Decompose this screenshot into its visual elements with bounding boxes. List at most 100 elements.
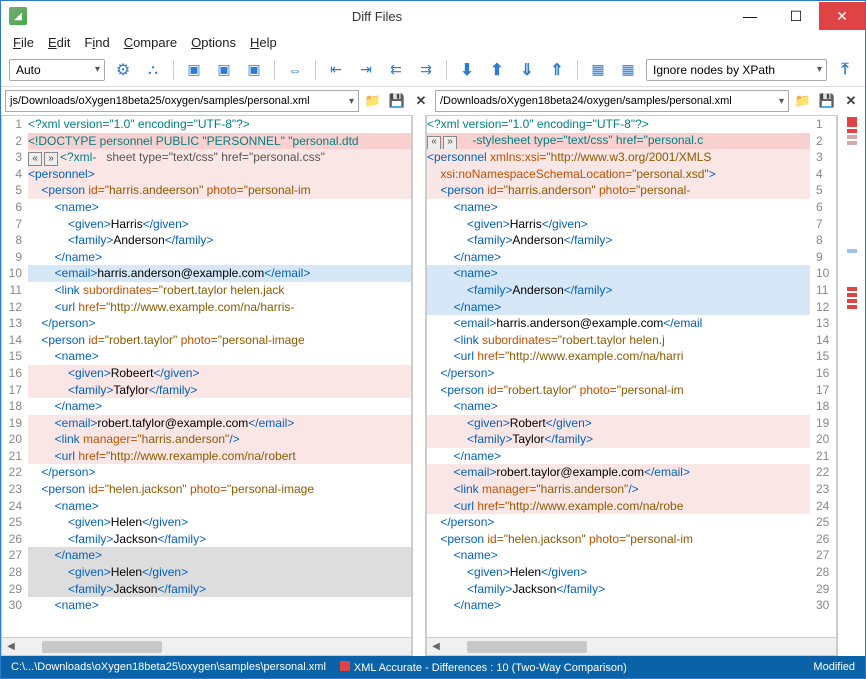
xpath-combo[interactable]: Ignore nodes by XPath [646, 59, 827, 81]
overview-ruler[interactable] [837, 115, 865, 656]
code-line[interactable]: 26 <family>Jackson</family> [2, 531, 411, 548]
code-line[interactable]: 3<personnel xmlns:xsi="http://www.w3.org… [427, 149, 836, 166]
code-line[interactable]: 23 <link manager="harris.anderson"/> [427, 481, 836, 498]
code-line[interactable]: 19 <email>robert.tafylor@example.com</em… [2, 415, 411, 432]
next-change-button[interactable]: ⇓ [515, 58, 539, 82]
code-line[interactable]: 21 <url href="http://www.rexample.com/na… [2, 448, 411, 465]
code-line[interactable]: 30 <name> [2, 597, 411, 614]
code-line[interactable]: 9 </name> [427, 249, 836, 266]
code-line[interactable]: 6 <name> [427, 199, 836, 216]
overview-mark[interactable] [847, 305, 857, 309]
code-line[interactable]: 24 <url href="http://www.example.com/na/… [427, 498, 836, 515]
code-line[interactable]: 4<personnel> [2, 166, 411, 183]
left-editor[interactable]: 1<?xml version="1.0" encoding="UTF-8"?>2… [2, 116, 411, 637]
code-line[interactable]: 20 <link manager="harris.anderson"/> [2, 431, 411, 448]
maximize-button[interactable]: ☐ [773, 2, 819, 30]
merge-left-icon[interactable]: ⇤ [324, 58, 348, 82]
code-line[interactable]: 7 <given>Harris</given> [427, 216, 836, 233]
code-line[interactable]: 25 </person> [427, 514, 836, 531]
code-line[interactable]: 11 <link subordinates="robert.taylor hel… [2, 282, 411, 299]
code-line[interactable]: 22 <email>robert.taylor@example.com</ema… [427, 464, 836, 481]
fold-icon[interactable]: « [427, 136, 441, 150]
code-line[interactable]: 28 <given>Helen</given> [427, 564, 836, 581]
code-line[interactable]: 27 </name> [2, 547, 411, 564]
fold-icon[interactable]: » [44, 152, 58, 166]
code-line[interactable]: 10 <email>harris.anderson@example.com</e… [2, 265, 411, 282]
code-line[interactable]: 1<?xml version="1.0" encoding="UTF-8"?> [427, 116, 836, 133]
code-line[interactable]: 22 </person> [2, 464, 411, 481]
right-close-icon[interactable]: ✕ [841, 91, 861, 111]
left-open-folder-icon[interactable]: 📁 [363, 91, 383, 111]
code-line[interactable]: 29 <family>Jackson</family> [427, 581, 836, 598]
algorithm-combo[interactable]: Auto [9, 59, 105, 81]
next-diff-button[interactable]: ⬇ [455, 58, 479, 82]
close-button[interactable]: ✕ [819, 2, 865, 30]
diff-action-3-icon[interactable]: ▣ [242, 58, 266, 82]
code-line[interactable]: 16 </person> [427, 365, 836, 382]
diff-action-1-icon[interactable]: ▣ [182, 58, 206, 82]
code-line[interactable]: 18 </name> [2, 398, 411, 415]
merge-all-left-icon[interactable]: ⇇ [384, 58, 408, 82]
code-line[interactable]: 18 <name> [427, 398, 836, 415]
menu-edit[interactable]: Edit [48, 35, 70, 50]
code-line[interactable]: 2<!DOCTYPE personnel PUBLIC "PERSONNEL" … [2, 133, 411, 150]
last-diff-icon[interactable]: ▦ [616, 58, 640, 82]
code-line[interactable]: 25 <given>Helen</given> [2, 514, 411, 531]
code-line[interactable]: 13 </person> [2, 315, 411, 332]
prev-change-button[interactable]: ⇑ [545, 58, 569, 82]
overview-mark[interactable] [847, 255, 857, 285]
code-line[interactable]: 21 </name> [427, 448, 836, 465]
fold-icon[interactable]: « [28, 152, 42, 166]
menu-file[interactable]: File [13, 35, 34, 50]
overview-mark[interactable] [847, 249, 857, 253]
code-line[interactable]: 12 </name> [427, 299, 836, 316]
code-line[interactable]: 17 <person id="robert.taylor" photo="per… [427, 382, 836, 399]
left-hscrollbar[interactable]: ◀ [2, 637, 411, 655]
overview-mark[interactable] [847, 299, 857, 303]
code-line[interactable]: 27 <name> [427, 547, 836, 564]
code-line[interactable]: 9 </name> [2, 249, 411, 266]
menu-help[interactable]: Help [250, 35, 277, 50]
code-line[interactable]: 30 </name> [427, 597, 836, 614]
code-line[interactable]: 8 <family>Anderson</family> [427, 232, 836, 249]
code-line[interactable]: 1<?xml version="1.0" encoding="UTF-8"?> [2, 116, 411, 133]
code-line[interactable]: 2«» -stylesheet type="text/css" href="pe… [427, 133, 836, 150]
overview-mark[interactable] [847, 129, 857, 133]
code-line[interactable]: 26 <person id="helen.jackson" photo="per… [427, 531, 836, 548]
code-line[interactable]: 15 <url href="http://www.example.com/na/… [427, 348, 836, 365]
overview-mark[interactable] [847, 287, 857, 291]
code-line[interactable]: 5 <person id="harris.anderson" photo="pe… [427, 182, 836, 199]
right-hscrollbar[interactable]: ◀ [427, 637, 836, 655]
overview-mark[interactable] [847, 147, 857, 247]
code-line[interactable]: 29 <family>Jackson</family> [2, 581, 411, 598]
code-line[interactable]: 3«»<?xml- sheet type="text/css" href="pe… [2, 149, 411, 166]
merge-all-right-icon[interactable]: ⇉ [414, 58, 438, 82]
code-line[interactable]: 6 <name> [2, 199, 411, 216]
left-save-icon[interactable]: 💾 [387, 91, 407, 111]
right-path-combo[interactable]: /Downloads/oXygen18beta24/oxygen/samples… [435, 90, 789, 112]
menu-compare[interactable]: Compare [124, 35, 177, 50]
first-diff-icon[interactable]: ▦ [586, 58, 610, 82]
right-save-icon[interactable]: 💾 [817, 91, 837, 111]
code-line[interactable]: 24 <name> [2, 498, 411, 515]
compare-tree-icon[interactable]: ⛬ [141, 58, 165, 82]
overview-mark[interactable] [847, 293, 857, 297]
code-line[interactable]: 20 <family>Taylor</family> [427, 431, 836, 448]
diff-action-2-icon[interactable]: ▣ [212, 58, 236, 82]
code-line[interactable]: 17 <family>Tafylor</family> [2, 382, 411, 399]
menu-options[interactable]: Options [191, 35, 236, 50]
code-line[interactable]: 15 <name> [2, 348, 411, 365]
left-close-icon[interactable]: ✕ [411, 91, 431, 111]
code-line[interactable]: 19 <given>Robert</given> [427, 415, 836, 432]
code-line[interactable]: 28 <given>Helen</given> [2, 564, 411, 581]
left-path-combo[interactable]: js/Downloads/oXygen18beta25/oxygen/sampl… [5, 90, 359, 112]
code-line[interactable]: 4 xsi:noNamespaceSchemaLocation="persona… [427, 166, 836, 183]
code-line[interactable]: 16 <given>Robeert</given> [2, 365, 411, 382]
right-editor[interactable]: 1<?xml version="1.0" encoding="UTF-8"?>2… [427, 116, 836, 637]
overview-mark[interactable] [847, 141, 857, 145]
code-line[interactable]: 13 <email>harris.anderson@example.com</e… [427, 315, 836, 332]
settings-button[interactable]: ⚙ [111, 58, 135, 82]
code-line[interactable]: 10 <name> [427, 265, 836, 282]
code-line[interactable]: 23 <person id="helen.jackson" photo="per… [2, 481, 411, 498]
merge-right-icon[interactable]: ⇥ [354, 58, 378, 82]
